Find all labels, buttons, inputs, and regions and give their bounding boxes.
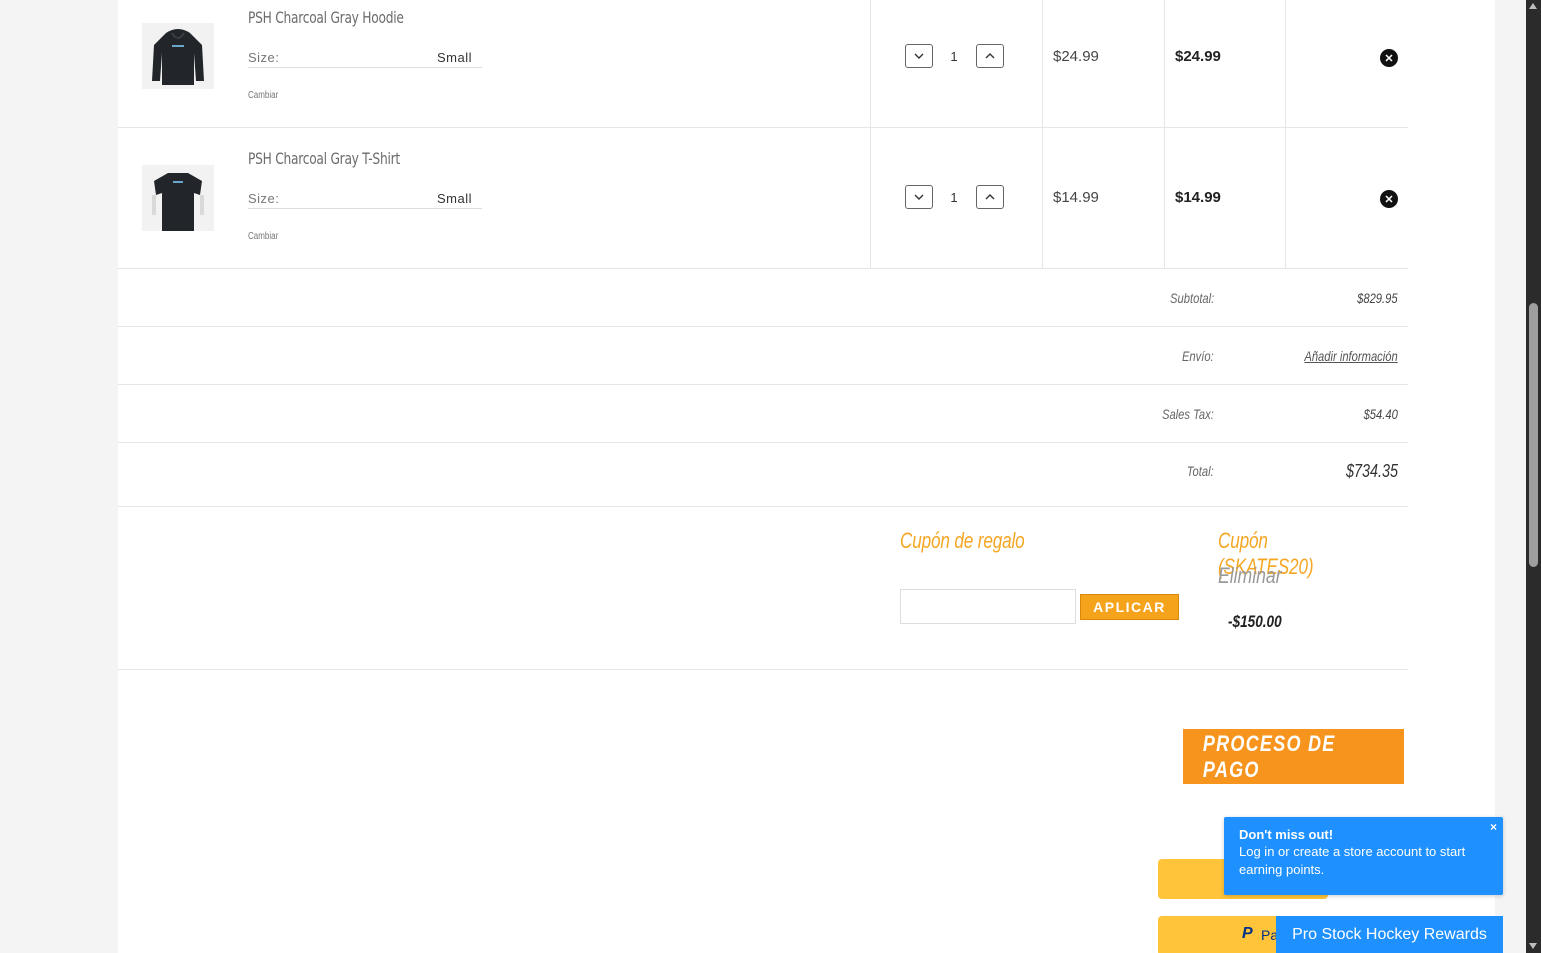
column-divider (870, 128, 871, 268)
discount-value: -$150.00 (1228, 612, 1282, 631)
unit-price: $24.99 (1053, 48, 1099, 65)
shipping-label: Envío: (1182, 348, 1214, 364)
rewards-launcher-button[interactable]: Pro Stock Hockey Rewards (1276, 916, 1503, 953)
increase-quantity-button[interactable] (976, 44, 1004, 68)
product-name[interactable]: PSH Charcoal Gray T-Shirt (248, 149, 400, 168)
scroll-up-arrow-icon[interactable] (1529, 3, 1537, 9)
remove-item-button[interactable]: ✕ (1380, 49, 1398, 67)
subtotal-label: Subtotal: (1169, 290, 1214, 306)
column-divider (1042, 128, 1043, 268)
remove-coupon-link[interactable]: Eliminar (1218, 563, 1282, 589)
chevron-up-icon (985, 194, 995, 200)
product-name[interactable]: PSH Charcoal Gray Hoodie (248, 8, 404, 27)
cart-table: PSH Charcoal Gray Hoodie Size: Small Cam… (118, 0, 1408, 670)
size-label: Size: (248, 50, 280, 65)
checkout-button-label: PROCESO DE PAGO (1202, 730, 1336, 782)
decrease-quantity-button[interactable] (905, 185, 933, 209)
column-divider (1164, 0, 1165, 127)
scroll-down-arrow-icon[interactable] (1529, 943, 1537, 949)
chevron-down-icon (914, 53, 924, 59)
size-label: Size: (248, 191, 280, 206)
unit-price: $14.99 (1053, 189, 1099, 206)
chevron-down-icon (914, 194, 924, 200)
apply-coupon-button[interactable]: APLICAR (1080, 594, 1179, 620)
column-divider (1164, 128, 1165, 268)
size-option: Size: Small (248, 187, 482, 209)
close-icon[interactable]: × (1490, 820, 1497, 834)
cart-item: PSH Charcoal Gray T-Shirt Size: Small Ca… (118, 128, 1408, 269)
column-divider (1285, 128, 1286, 268)
line-total: $14.99 (1175, 189, 1221, 206)
gift-coupon-title: Cupón de regalo (900, 528, 1025, 553)
paypal-icon: P (1242, 925, 1253, 942)
total-value: $734.35 (1345, 461, 1398, 481)
checkout-button[interactable]: PROCESO DE PAGO (1183, 729, 1404, 784)
total-label: Total: (1187, 463, 1214, 479)
change-link[interactable]: Cambiar (248, 90, 278, 101)
shipping-row: Envío: Añadir información (118, 327, 1408, 385)
size-option: Size: Small (248, 46, 482, 68)
column-divider (870, 0, 871, 127)
tax-row: Sales Tax: $54.40 (118, 385, 1408, 443)
coupon-code-input[interactable] (900, 589, 1076, 624)
decrease-quantity-button[interactable] (905, 44, 933, 68)
size-value: Small (436, 50, 472, 65)
tax-value: $54.40 (1363, 406, 1398, 422)
size-value: Small (436, 191, 472, 206)
coupon-section: Cupón de regalo APLICAR Cupón (SKATES20)… (118, 507, 1408, 670)
line-total: $24.99 (1175, 48, 1221, 65)
close-icon: ✕ (1384, 193, 1394, 206)
scrollbar[interactable] (1526, 0, 1541, 953)
increase-quantity-button[interactable] (976, 185, 1004, 209)
change-link[interactable]: Cambiar (248, 231, 278, 242)
rewards-popup: Don't miss out! Log in or create a store… (1224, 817, 1503, 895)
popup-message: Log in or create a store account to star… (1239, 844, 1466, 877)
popup-title: Don't miss out! (1239, 827, 1334, 842)
close-icon: ✕ (1384, 52, 1394, 65)
chevron-up-icon (985, 53, 995, 59)
quantity-value[interactable]: 1 (944, 49, 964, 64)
remove-item-button[interactable]: ✕ (1380, 190, 1398, 208)
total-row: Total: $734.35 (118, 443, 1408, 507)
subtotal-value: $829.95 (1357, 290, 1398, 306)
product-image[interactable] (142, 165, 214, 231)
tax-label: Sales Tax: (1162, 406, 1214, 422)
column-divider (1285, 0, 1286, 127)
quantity-value[interactable]: 1 (944, 190, 964, 205)
cart-item: PSH Charcoal Gray Hoodie Size: Small Cam… (118, 0, 1408, 128)
subtotal-row: Subtotal: $829.95 (118, 269, 1408, 327)
scrollbar-thumb[interactable] (1529, 303, 1538, 567)
left-gutter (31, 0, 118, 953)
column-divider (1042, 0, 1043, 127)
add-shipping-info-link[interactable]: Añadir información (1305, 348, 1398, 364)
product-image[interactable] (142, 23, 214, 89)
